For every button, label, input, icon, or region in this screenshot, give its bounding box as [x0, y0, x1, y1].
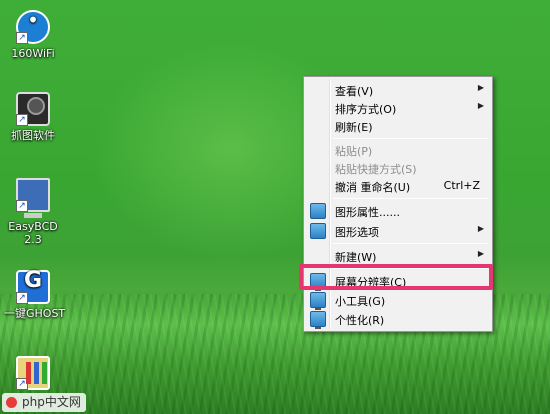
graphics-options-icon	[310, 223, 326, 239]
graphics-properties-icon	[310, 203, 326, 219]
menu-separator	[333, 198, 488, 199]
desktop-icon-160wifi[interactable]: ↗ 160WiFi	[4, 10, 62, 60]
ghost-icon: ↗	[16, 270, 50, 304]
desktop-icon-paint[interactable]: ↗	[4, 356, 62, 393]
desktop-icon-label: 抓图软件	[11, 129, 55, 142]
menu-item-shortcut: Ctrl+Z	[443, 179, 480, 192]
gadgets-icon	[310, 292, 326, 310]
menu-item-sort-by[interactable]: 排序方式(O) ▶	[306, 99, 490, 117]
menu-item-graphics-properties[interactable]: 图形属性......	[306, 202, 490, 220]
submenu-arrow-icon: ▶	[477, 249, 484, 258]
watermark: php中文网	[2, 393, 86, 412]
submenu-arrow-icon: ▶	[477, 83, 484, 92]
menu-item-gadgets[interactable]: 小工具(G)	[306, 291, 490, 310]
desktop-icon-screenshot-tool[interactable]: ↗ 抓图软件	[4, 92, 62, 142]
menu-item-undo-rename[interactable]: 撤消 重命名(U) Ctrl+Z	[306, 177, 490, 195]
wifi-icon: ↗	[16, 10, 50, 44]
menu-item-refresh[interactable]: 刷新(E)	[306, 117, 490, 135]
submenu-arrow-icon: ▶	[477, 101, 484, 110]
desktop-context-menu: 查看(V) ▶ 排序方式(O) ▶ 刷新(E) 粘贴(P) 粘贴快捷方式(S) …	[303, 76, 493, 332]
camera-icon: ↗	[16, 92, 50, 126]
desktop-icon-label: 一键GHOST	[4, 307, 66, 320]
desktop-icon-ghost[interactable]: ↗ 一键GHOST	[4, 270, 66, 320]
menu-item-personalize[interactable]: 个性化(R)	[306, 310, 490, 329]
desktop-icon-label: 160WiFi	[11, 47, 55, 60]
menu-item-paste[interactable]: 粘贴(P)	[306, 141, 490, 159]
menu-item-new[interactable]: 新建(W) ▶	[306, 247, 490, 265]
menu-item-view[interactable]: 查看(V) ▶	[306, 81, 490, 99]
menu-separator	[333, 138, 488, 139]
desktop-icon-label-line2: 2.3	[24, 233, 42, 246]
personalize-icon	[310, 311, 326, 329]
menu-separator	[333, 243, 488, 244]
desktop: ↗ 160WiFi ↗ 抓图软件 ↗ EasyBCD 2.3 ↗ 一键GHOST…	[0, 0, 550, 414]
menu-item-graphics-options[interactable]: 图形选项 ▶	[306, 222, 490, 240]
submenu-arrow-icon: ▶	[477, 224, 484, 233]
desktop-icon-label: EasyBCD	[8, 220, 58, 233]
menu-item-paste-shortcut[interactable]: 粘贴快捷方式(S)	[306, 159, 490, 177]
paint-icon: ↗	[16, 356, 50, 390]
highlight-box	[299, 264, 493, 290]
desktop-icon-easybcd[interactable]: ↗ EasyBCD 2.3	[4, 178, 62, 246]
computer-icon: ↗	[16, 178, 50, 218]
